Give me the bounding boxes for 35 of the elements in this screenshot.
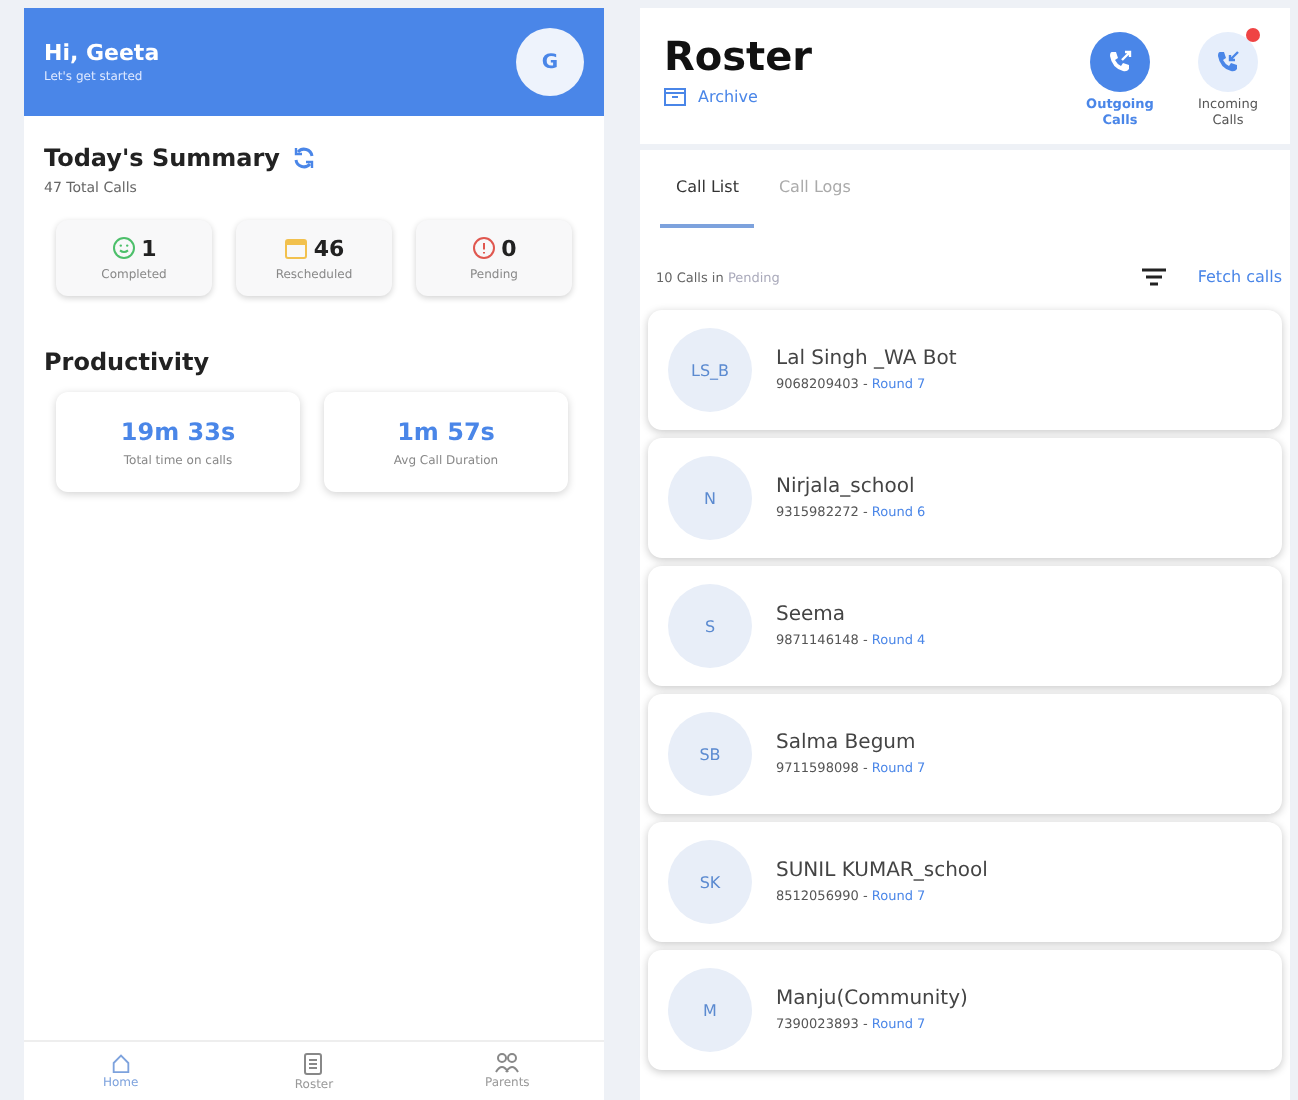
smile-icon [111,236,136,260]
contact-name: Seema [776,604,848,626]
stat-value: 0 [501,235,517,261]
tab[interactable]: Call List [660,170,755,228]
filter-icon[interactable] [1141,268,1166,286]
initials-avatar: N [668,456,752,540]
page-title: Roster [664,32,813,80]
metric-value: 1m 57s [397,417,495,445]
archive-icon [664,88,686,106]
initials-avatar: SB [668,712,752,796]
calendar-icon [283,236,308,260]
contact-name: Nirjala_school [776,476,917,498]
initials-avatar: S [668,584,752,668]
stat-value: 46 [313,235,345,261]
phone-icon [1214,48,1242,76]
initials-avatar: M [668,968,752,1052]
initials-avatar: SK [668,840,752,924]
alert-icon [471,236,496,260]
stat-value: 1 [141,235,157,261]
section-title: Productivity [44,348,210,376]
people-icon [494,1052,521,1074]
refresh-icon[interactable] [292,146,317,170]
phone-icon [1106,48,1134,76]
metric-value: 19m 33s [120,417,236,445]
initials-avatar: LS_B [668,328,752,412]
archive-link[interactable]: Archive [664,88,758,106]
contact-name: SUNIL KUMAR_school [776,860,988,882]
fetch-calls-link[interactable]: Fetch calls [1197,268,1282,286]
greeting: Hi, Geeta [44,40,160,66]
section-title: Today's Summary [44,144,281,172]
clipboard-icon [302,1051,325,1075]
contact-name: Salma Begum [776,732,918,754]
contact-name: Manju(Community) [776,988,968,1010]
home-icon [109,1052,132,1074]
contact-name: Lal Singh _WA Bot [776,348,957,370]
